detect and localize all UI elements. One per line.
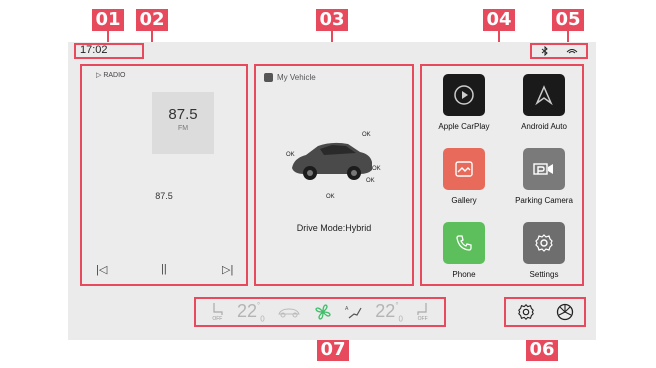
car-image: [292, 142, 372, 180]
gallery-icon[interactable]: [443, 148, 485, 190]
vehicle-header: My Vehicle: [264, 73, 316, 82]
app-label: Settings: [529, 270, 559, 279]
left-seat-heater[interactable]: OFF: [210, 302, 224, 323]
right-temp-decimal: 0: [398, 314, 403, 324]
parking-camera-icon[interactable]: [523, 148, 565, 190]
seat-heater-icon: [417, 302, 427, 315]
drive-mode-label: Drive Mode:Hybrid: [296, 223, 372, 233]
radio-widget[interactable]: ▷ RADIO 87.5 FM 87.5 |◁ || ▷|: [80, 64, 248, 286]
settings-icon[interactable]: [523, 222, 565, 264]
fan-icon[interactable]: [314, 303, 332, 321]
app-label: Phone: [452, 270, 476, 279]
app-parking-camera[interactable]: Parking Camera: [504, 148, 584, 205]
app-label: Android Auto: [521, 122, 567, 131]
app-label: Parking Camera: [515, 196, 573, 205]
app-phone[interactable]: Phone: [424, 222, 504, 279]
right-seat-heater[interactable]: OFF: [416, 302, 430, 323]
callout-03: 03: [316, 9, 348, 31]
right-seat-status: OFF: [417, 315, 428, 322]
status-bar: 17:02: [68, 42, 596, 62]
callout-07: 07: [317, 339, 349, 361]
app-android-auto[interactable]: Android Auto: [504, 74, 584, 131]
app-gallery[interactable]: Gallery: [424, 148, 504, 205]
left-temperature[interactable]: 22°0: [237, 301, 265, 324]
bluetooth-icon: [541, 46, 548, 56]
steering-wheel-icon[interactable]: [556, 303, 574, 321]
android-auto-icon[interactable]: [523, 74, 565, 116]
signal-icon: [566, 49, 577, 54]
right-temp-value: 22: [375, 300, 396, 321]
svg-text:A: A: [345, 306, 349, 312]
radio-header: ▷ RADIO: [96, 72, 126, 79]
callout-01: 01: [92, 9, 124, 31]
current-station: 87.5: [155, 191, 173, 201]
app-label: Apple CarPlay: [438, 122, 490, 131]
left-temp-decimal: 0: [260, 314, 265, 324]
callout-05: 05: [552, 9, 584, 31]
settings-icon[interactable]: [517, 303, 535, 321]
apps-grid: Apple CarPlay Android Auto Gallery Parki…: [420, 64, 584, 286]
pause-button[interactable]: ||: [161, 263, 167, 275]
callout-04: 04: [483, 9, 515, 31]
app-settings[interactable]: Settings: [504, 222, 584, 279]
previous-button[interactable]: |◁: [96, 263, 107, 276]
vehicle-header-label: My Vehicle: [277, 73, 316, 82]
vehicle-widget[interactable]: My Vehicle OK OK OK OK OK Drive Mode:Hyb…: [254, 64, 414, 286]
seat-heater-icon: [213, 302, 223, 315]
left-temp-value: 22: [236, 300, 258, 321]
vehicle-app-icon: [264, 73, 273, 82]
band-label: FM: [177, 125, 189, 132]
app-label: Gallery: [451, 196, 477, 205]
right-temperature[interactable]: 22°0: [375, 301, 403, 324]
recirculation-icon[interactable]: [277, 306, 301, 318]
infotainment-screen: 17:02 ▷ RADIO 87.5 FM 87.5 |◁ || ▷| My V…: [68, 42, 596, 340]
tire-status-label: OK: [326, 194, 335, 200]
clock: 17:02: [80, 44, 108, 56]
climate-controls: OFF 22°0 A 22°0 OFF: [194, 297, 446, 327]
quick-actions: [504, 297, 586, 327]
app-apple-carplay[interactable]: Apple CarPlay: [424, 74, 504, 131]
status-icons: [530, 43, 588, 59]
phone-icon[interactable]: [443, 222, 485, 264]
carplay-icon[interactable]: [443, 74, 485, 116]
callout-02: 02: [136, 9, 168, 31]
frequency-display: 87.5: [168, 106, 198, 123]
next-button[interactable]: ▷|: [222, 263, 233, 276]
left-seat-status: OFF: [212, 315, 223, 322]
callout-06: 06: [526, 339, 558, 361]
bottom-bar: OFF 22°0 A 22°0 OFF: [68, 294, 596, 340]
auto-airflow-icon[interactable]: A: [345, 304, 363, 320]
frequency-tile[interactable]: 87.5 FM: [152, 92, 214, 154]
